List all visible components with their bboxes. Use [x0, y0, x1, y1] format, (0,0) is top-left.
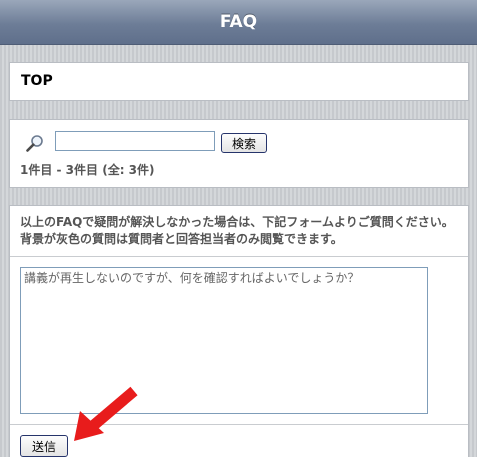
result-count: 1件目 - 3件目 (全: 3件)	[20, 163, 155, 177]
magnifier-icon	[26, 135, 43, 152]
red-arrow-icon	[74, 386, 138, 441]
page-title: FAQ	[219, 12, 258, 32]
top-link[interactable]: TOP	[21, 73, 53, 89]
top-panel: TOP	[9, 62, 469, 101]
divider	[10, 256, 468, 257]
search-button[interactable]: 検索	[221, 133, 267, 153]
faq-header: FAQ	[0, 0, 477, 45]
search-input[interactable]	[55, 131, 215, 151]
search-panel: 検索 1件目 - 3件目 (全: 3件)	[9, 119, 469, 188]
submit-button[interactable]: 送信	[20, 435, 68, 457]
form-notice: 以上のFAQで疑問が解決しなかった場合は、下記フォームよりご質問ください。背景が…	[20, 215, 454, 246]
